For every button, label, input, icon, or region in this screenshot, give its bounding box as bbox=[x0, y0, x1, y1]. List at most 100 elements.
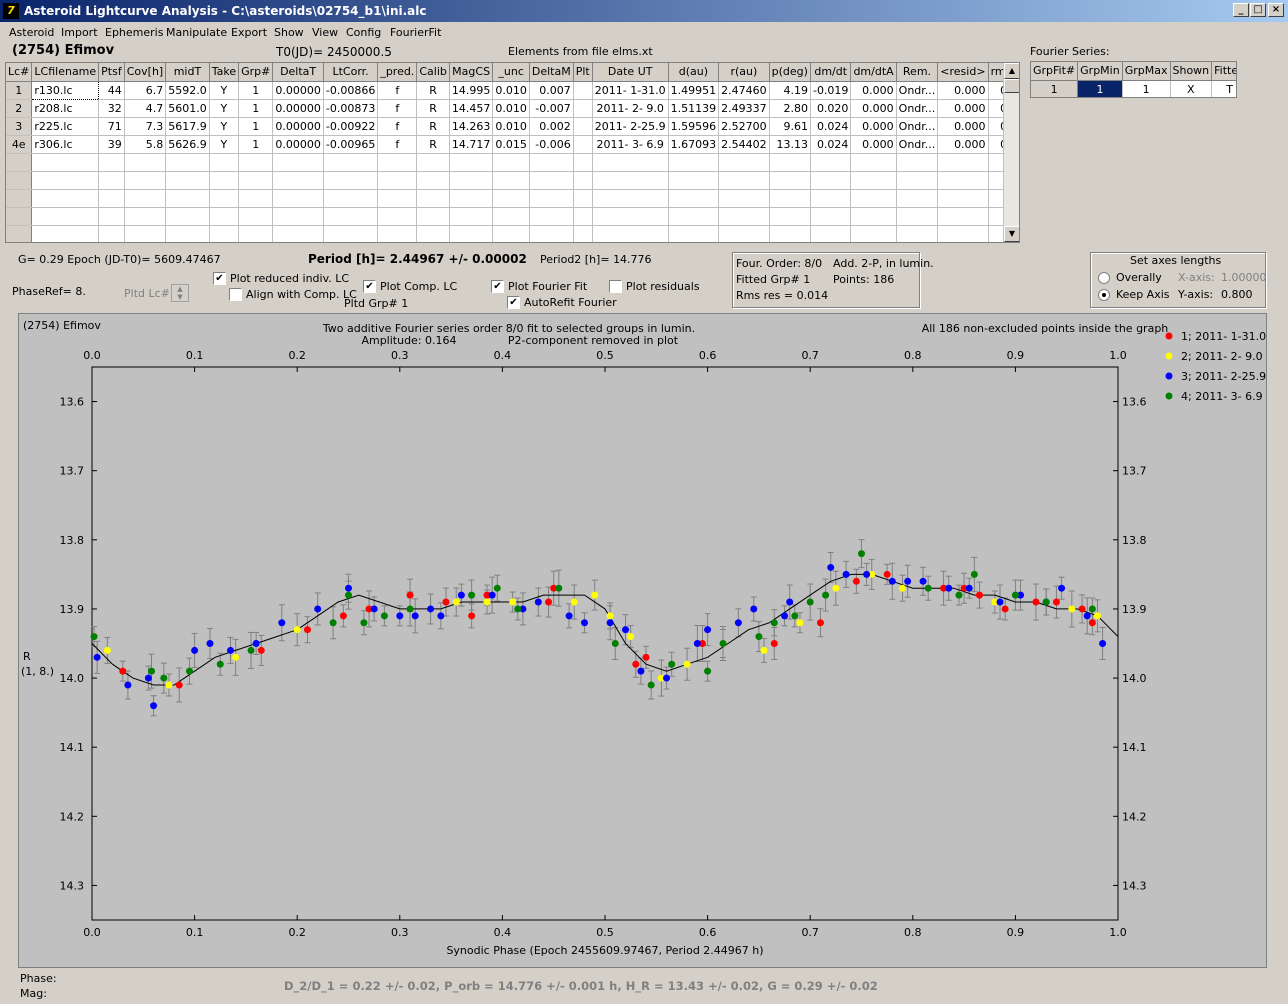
table-cell[interactable]: 71 bbox=[98, 117, 125, 136]
table-cell[interactable] bbox=[124, 225, 167, 242]
align-checkbox[interactable] bbox=[229, 288, 242, 301]
table-cell[interactable] bbox=[377, 207, 418, 226]
table-cell[interactable] bbox=[238, 225, 274, 242]
table-cell[interactable] bbox=[272, 225, 324, 242]
table-cell[interactable] bbox=[209, 171, 240, 190]
table-scrollbar[interactable]: ▲ ▼ bbox=[1003, 63, 1019, 242]
plot-fourier-checkbox[interactable]: ✔ bbox=[491, 280, 504, 293]
table-cell[interactable]: 2.52700 bbox=[718, 117, 770, 136]
table-cell[interactable]: 5592.0 bbox=[165, 81, 210, 100]
table-cell[interactable] bbox=[573, 81, 593, 100]
table-cell[interactable] bbox=[810, 207, 852, 226]
table-cell[interactable] bbox=[850, 153, 897, 172]
column-header[interactable]: dm/dt bbox=[810, 63, 852, 82]
table-cell[interactable] bbox=[592, 225, 669, 242]
overally-radio[interactable] bbox=[1098, 272, 1110, 284]
table-cell[interactable] bbox=[896, 153, 939, 172]
table-cell[interactable]: 14.717 bbox=[449, 135, 494, 154]
table-cell[interactable] bbox=[492, 189, 530, 208]
table-cell[interactable] bbox=[98, 171, 125, 190]
table-cell[interactable]: 0.00000 bbox=[272, 117, 324, 136]
table-cell[interactable]: Y bbox=[209, 81, 240, 100]
lightcurve-plot[interactable]: (2754) Efimov Two additive Fourier serie… bbox=[18, 313, 1267, 968]
yaxis-value[interactable]: 0.800 bbox=[1221, 288, 1253, 301]
table-cell[interactable] bbox=[416, 207, 450, 226]
maximize-button[interactable]: □ bbox=[1250, 3, 1266, 17]
menu-export[interactable]: Export bbox=[231, 26, 267, 39]
fourier-cell[interactable]: T bbox=[1211, 80, 1236, 97]
table-cell[interactable] bbox=[238, 207, 274, 226]
table-cell[interactable]: 5601.0 bbox=[165, 99, 210, 118]
column-header[interactable]: DeltaT bbox=[272, 63, 324, 82]
table-cell[interactable] bbox=[165, 225, 210, 242]
table-cell[interactable]: 1.67093 bbox=[668, 135, 720, 154]
table-cell[interactable] bbox=[98, 189, 125, 208]
column-header[interactable]: midT bbox=[165, 63, 210, 82]
table-cell[interactable]: 1 bbox=[238, 81, 274, 100]
column-header[interactable]: Rem. bbox=[896, 63, 939, 82]
empty-table-row[interactable] bbox=[6, 153, 1019, 172]
table-cell[interactable]: 2011- 1-31.0 bbox=[592, 81, 669, 100]
table-cell[interactable] bbox=[492, 225, 530, 242]
minimize-button[interactable]: _ bbox=[1233, 3, 1249, 17]
table-cell[interactable] bbox=[209, 189, 240, 208]
fourier-cell-selected[interactable]: 1 bbox=[1077, 80, 1123, 97]
column-header[interactable]: d(au) bbox=[668, 63, 720, 82]
menu-manipulate[interactable]: Manipulate bbox=[166, 26, 227, 39]
table-cell[interactable]: 1.51139 bbox=[668, 99, 720, 118]
column-header[interactable]: LtCorr. bbox=[323, 63, 379, 82]
table-cell[interactable]: 0.015 bbox=[492, 135, 530, 154]
table-cell[interactable]: Y bbox=[209, 117, 240, 136]
table-cell[interactable] bbox=[769, 207, 811, 226]
table-cell[interactable]: 0.002 bbox=[529, 117, 574, 136]
table-cell[interactable]: r130.lc bbox=[31, 80, 100, 100]
fourier-cell[interactable]: X bbox=[1170, 80, 1213, 97]
table-cell[interactable] bbox=[573, 117, 593, 136]
table-cell[interactable] bbox=[573, 225, 593, 242]
table-cell[interactable] bbox=[937, 225, 989, 242]
table-cell[interactable] bbox=[272, 207, 324, 226]
column-header[interactable]: Plt bbox=[573, 63, 593, 82]
table-cell[interactable]: Y bbox=[209, 99, 240, 118]
table-cell[interactable] bbox=[668, 153, 720, 172]
table-cell[interactable] bbox=[449, 207, 494, 226]
table-cell[interactable]: 0.00000 bbox=[272, 135, 324, 154]
row-header[interactable]: 4e bbox=[6, 135, 33, 154]
table-cell[interactable] bbox=[449, 189, 494, 208]
column-header[interactable]: p(deg) bbox=[769, 63, 811, 82]
fourier-col-grpmin[interactable]: GrpMin bbox=[1077, 62, 1123, 81]
table-cell[interactable]: 44 bbox=[98, 81, 125, 100]
table-cell[interactable]: R bbox=[416, 99, 450, 118]
menu-fourierfit[interactable]: FourierFit bbox=[390, 26, 441, 39]
table-cell[interactable]: -0.006 bbox=[529, 135, 574, 154]
table-cell[interactable]: 0.010 bbox=[492, 117, 530, 136]
plot-comp-checkbox[interactable]: ✔ bbox=[363, 280, 376, 293]
table-cell[interactable]: 1 bbox=[238, 135, 274, 154]
plot-residuals-checkbox[interactable] bbox=[609, 280, 622, 293]
table-cell[interactable] bbox=[449, 171, 494, 190]
table-cell[interactable] bbox=[416, 171, 450, 190]
plot-canvas[interactable]: (2754) Efimov Two additive Fourier serie… bbox=[19, 314, 1268, 969]
table-cell[interactable] bbox=[238, 153, 274, 172]
pltd-lc-spinner[interactable]: ▲ ▼ bbox=[171, 284, 189, 302]
column-header[interactable]: dm/dtA bbox=[850, 63, 897, 82]
table-cell[interactable] bbox=[668, 225, 720, 242]
table-cell[interactable]: 0.010 bbox=[492, 99, 530, 118]
table-cell[interactable] bbox=[769, 189, 811, 208]
table-cell[interactable] bbox=[718, 207, 770, 226]
table-cell[interactable] bbox=[98, 225, 125, 242]
column-header[interactable]: Cov[h] bbox=[124, 63, 167, 82]
row-header[interactable] bbox=[6, 171, 33, 190]
table-cell[interactable] bbox=[449, 153, 494, 172]
scroll-up-icon[interactable]: ▲ bbox=[1004, 63, 1019, 79]
table-cell[interactable] bbox=[377, 153, 418, 172]
table-cell[interactable]: 2.54402 bbox=[718, 135, 770, 154]
fourier-row[interactable]: 1 1 1 X T bbox=[1031, 80, 1236, 97]
empty-table-row[interactable] bbox=[6, 189, 1019, 208]
fourier-cell[interactable]: 1 bbox=[1122, 80, 1171, 97]
table-cell[interactable]: 0.00000 bbox=[272, 99, 324, 118]
column-header[interactable]: _pred. bbox=[377, 63, 418, 82]
table-cell[interactable] bbox=[718, 225, 770, 242]
table-row[interactable]: 2 r208.lc 32 4.7 5601.0 Y 1 0.00000 -0.00873 f R 14… bbox=[6, 99, 1019, 118]
table-cell[interactable]: -0.00965 bbox=[323, 135, 379, 154]
